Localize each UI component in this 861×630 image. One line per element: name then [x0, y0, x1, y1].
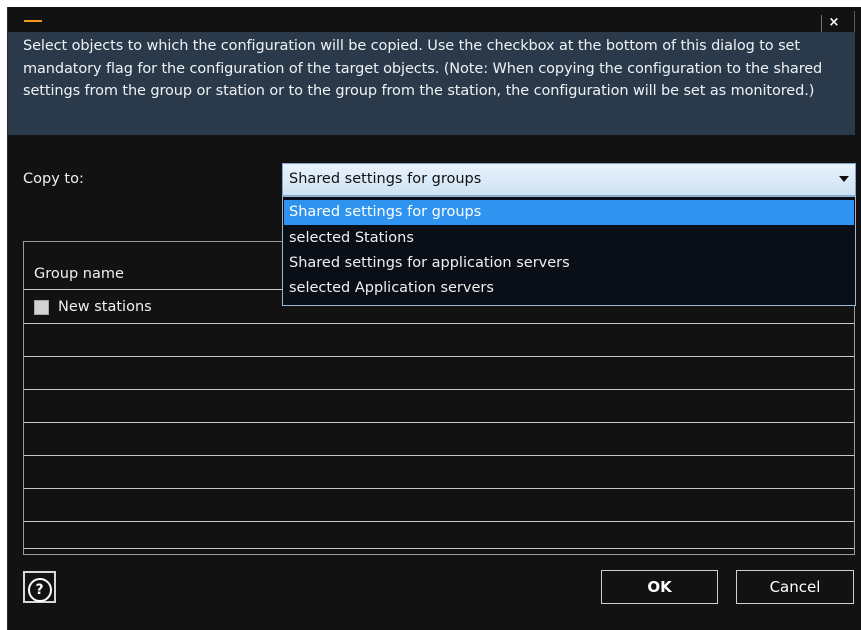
help-icon[interactable]: ?	[27, 578, 52, 602]
row-divider	[24, 548, 854, 549]
row-divider	[24, 488, 854, 489]
close-button[interactable]: ×	[824, 14, 844, 32]
title-separator	[821, 15, 822, 32]
dialog-description: Select objects to which the configuratio…	[8, 32, 855, 135]
copy-to-selected-value: Shared settings for groups	[289, 171, 482, 187]
list-item[interactable]: New stations	[34, 299, 152, 315]
row-divider	[24, 323, 854, 324]
row-divider	[24, 389, 854, 390]
copy-to-dropdown-list[interactable]: Shared settings for groups selected Stat…	[282, 196, 856, 306]
title-accent-bar	[24, 20, 42, 22]
chevron-down-icon[interactable]	[839, 176, 849, 182]
close-icon[interactable]: ×	[829, 15, 840, 30]
row-divider	[24, 521, 854, 522]
copy-configuration-dialog: × Select objects to which the configurat…	[7, 7, 861, 630]
dropdown-option-selected-stations[interactable]: selected Stations	[284, 226, 854, 251]
copy-to-label: Copy to:	[23, 171, 84, 187]
dropdown-option-selected-app-servers[interactable]: selected Application servers	[284, 276, 854, 301]
row-divider	[24, 422, 854, 423]
help-button[interactable]: ?	[23, 571, 56, 603]
row-divider	[24, 356, 854, 357]
group-name-column-header: Group name	[34, 266, 124, 282]
cancel-button[interactable]: Cancel	[736, 570, 854, 604]
dropdown-option-shared-groups[interactable]: Shared settings for groups	[284, 200, 854, 225]
ok-button[interactable]: OK	[601, 570, 718, 604]
title-edge	[854, 11, 855, 32]
list-item-label: New stations	[58, 299, 152, 315]
row-divider	[24, 455, 854, 456]
copy-to-select[interactable]: Shared settings for groups	[282, 163, 856, 196]
dropdown-option-shared-app-servers[interactable]: Shared settings for application servers	[284, 251, 854, 276]
new-stations-checkbox[interactable]	[34, 299, 49, 315]
